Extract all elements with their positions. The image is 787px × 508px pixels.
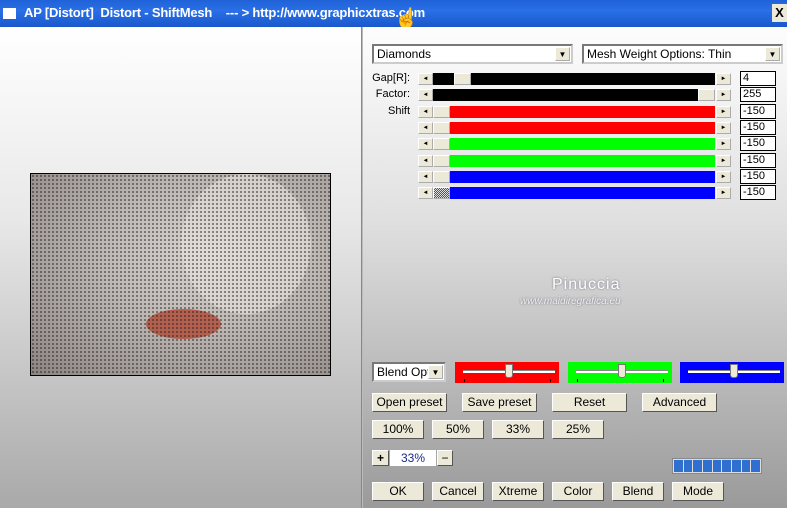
arrow-right-icon[interactable]: ►: [716, 187, 731, 200]
close-button[interactable]: X: [772, 4, 787, 22]
slider-thumb[interactable]: [433, 121, 450, 134]
slider-thumb[interactable]: [698, 89, 715, 102]
mode-button[interactable]: Mode: [672, 482, 724, 501]
window-icon: [3, 8, 16, 19]
arrow-left-icon[interactable]: ◄: [418, 105, 433, 118]
slider-value-field[interactable]: -150: [740, 185, 776, 201]
slider-thumb[interactable]: [433, 170, 450, 183]
watermark-site: www.maidiregrafica.eu: [520, 296, 621, 307]
arrow-right-icon[interactable]: ►: [716, 105, 731, 118]
mesh-weight-select[interactable]: Mesh Weight Options: Thin ▼: [582, 44, 783, 64]
progress-segment: [732, 460, 741, 472]
open-preset-button[interactable]: Open preset: [372, 393, 447, 412]
chevron-down-icon[interactable]: ▼: [555, 47, 570, 61]
zoom-in-button[interactable]: +: [372, 450, 389, 466]
blend-color-slider[interactable]: [455, 362, 559, 383]
arrow-left-icon[interactable]: ◄: [418, 138, 433, 151]
zoom-out-button[interactable]: −: [437, 450, 453, 466]
arrow-right-icon[interactable]: ►: [716, 121, 731, 134]
progress-segment: [693, 460, 703, 472]
blend-color-slider[interactable]: [680, 362, 784, 383]
progress-segment: [674, 460, 683, 472]
slider-value-field[interactable]: -150: [740, 136, 776, 152]
progress-bar: [672, 458, 762, 474]
slider-thumb[interactable]: [433, 154, 450, 167]
pattern-select[interactable]: Diamonds ▼: [372, 44, 573, 64]
zoom-33-button[interactable]: 33%: [492, 420, 544, 439]
progress-segment: [722, 460, 732, 472]
save-preset-button[interactable]: Save preset: [462, 393, 537, 412]
zoom-100-button[interactable]: 100%: [372, 420, 424, 439]
chevron-down-icon[interactable]: ▼: [428, 365, 443, 379]
progress-segment: [703, 460, 712, 472]
pattern-select-value: Diamonds: [377, 47, 432, 61]
arrow-right-icon[interactable]: ►: [716, 154, 731, 167]
param-slider[interactable]: ◄ ►: [418, 105, 731, 118]
arrow-right-icon[interactable]: ►: [716, 89, 731, 102]
slider-thumb[interactable]: [730, 364, 738, 378]
slider-thumb[interactable]: [433, 105, 450, 118]
arrow-right-icon[interactable]: ►: [716, 170, 731, 183]
slider-value-field[interactable]: 4: [740, 71, 776, 86]
ok-button[interactable]: OK: [372, 482, 424, 501]
arrow-right-icon[interactable]: ►: [716, 73, 731, 85]
arrow-left-icon[interactable]: ◄: [418, 170, 433, 183]
arrow-left-icon[interactable]: ◄: [418, 89, 433, 102]
param-slider[interactable]: ◄ ►: [418, 89, 731, 102]
window-title: AP [Distort] Distort - ShiftMesh --- > h…: [24, 5, 425, 20]
slider-value-field[interactable]: -150: [740, 168, 776, 184]
slider-thumb[interactable]: [505, 364, 513, 378]
reset-button[interactable]: Reset: [552, 393, 627, 412]
slider-thumb[interactable]: [433, 187, 450, 200]
zoom-level-field[interactable]: 33%: [390, 450, 436, 466]
advanced-button[interactable]: Advanced: [642, 393, 717, 412]
color-button[interactable]: Color: [552, 482, 604, 501]
slider-value-field[interactable]: -150: [740, 152, 776, 168]
blend-options-select[interactable]: Blend Optio ▼: [372, 362, 446, 382]
slider-thumb[interactable]: [454, 73, 472, 85]
param-slider[interactable]: ◄ ►: [418, 121, 731, 134]
progress-segment: [683, 460, 693, 472]
cancel-button[interactable]: Cancel: [432, 482, 484, 501]
param-slider[interactable]: ◄ ►: [418, 170, 731, 183]
arrow-left-icon[interactable]: ◄: [418, 154, 433, 167]
preview-image: [30, 173, 331, 376]
zoom-50-button[interactable]: 50%: [432, 420, 484, 439]
zoom-25-button[interactable]: 25%: [552, 420, 604, 439]
arrow-right-icon[interactable]: ►: [716, 138, 731, 151]
chevron-down-icon[interactable]: ▼: [765, 47, 780, 61]
blend-options-value: Blend Optio: [377, 365, 431, 379]
slider-value-field[interactable]: -150: [740, 119, 776, 135]
arrow-left-icon[interactable]: ◄: [418, 73, 433, 85]
progress-segment: [712, 460, 722, 472]
arrow-left-icon[interactable]: ◄: [418, 121, 433, 134]
slider-thumb[interactable]: [433, 138, 450, 151]
slider-label: Gap[R]:: [372, 72, 410, 84]
progress-segment: [741, 460, 751, 472]
xtreme-button[interactable]: Xtreme: [492, 482, 544, 501]
blend-color-slider[interactable]: [568, 362, 672, 383]
slider-value-field[interactable]: 255: [740, 87, 776, 103]
mesh-weight-select-value: Mesh Weight Options: Thin: [587, 47, 732, 61]
slider-value-field[interactable]: -150: [740, 103, 776, 119]
blend-button[interactable]: Blend: [612, 482, 664, 501]
param-slider[interactable]: ◄ ►: [418, 73, 731, 85]
slider-label: Shift: [387, 104, 410, 117]
param-slider[interactable]: ◄ ►: [418, 154, 731, 167]
arrow-left-icon[interactable]: ◄: [418, 187, 433, 200]
slider-thumb[interactable]: [618, 364, 626, 378]
param-slider[interactable]: ◄ ►: [418, 138, 731, 151]
progress-segment: [751, 460, 761, 472]
slider-label: Factor:: [375, 88, 410, 101]
watermark-name: Pinuccia: [552, 276, 621, 293]
param-slider[interactable]: ◄ ►: [418, 187, 731, 200]
